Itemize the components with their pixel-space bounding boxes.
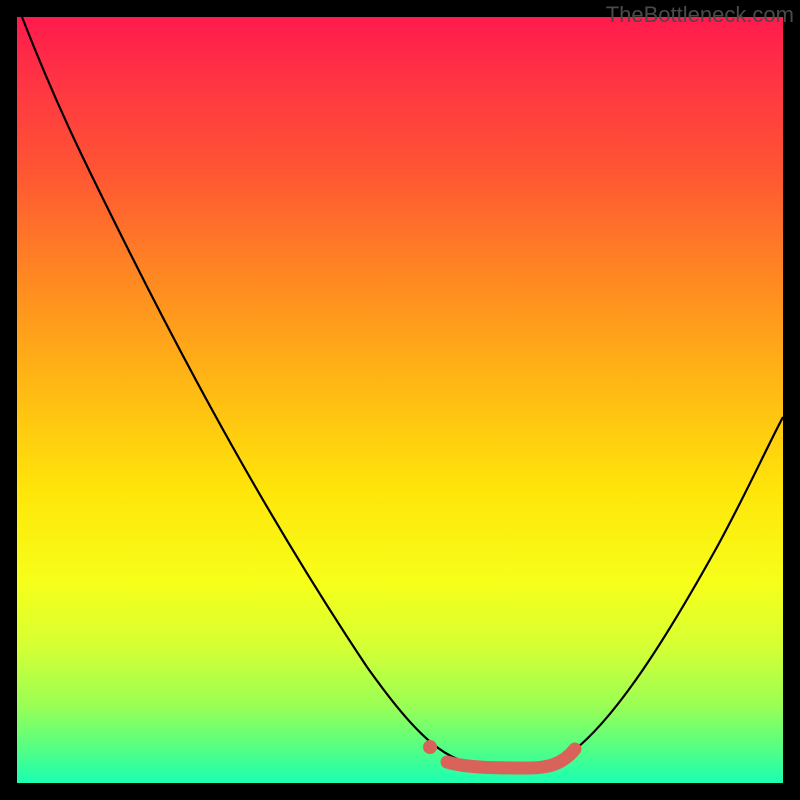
- marker-dot: [423, 740, 437, 754]
- curve-path: [22, 17, 783, 765]
- watermark-text: TheBottleneck.com: [606, 2, 794, 28]
- minimum-marker: [447, 749, 575, 768]
- plot-area: [17, 17, 783, 783]
- chart-container: TheBottleneck.com: [0, 0, 800, 800]
- bottleneck-curve: [17, 17, 783, 783]
